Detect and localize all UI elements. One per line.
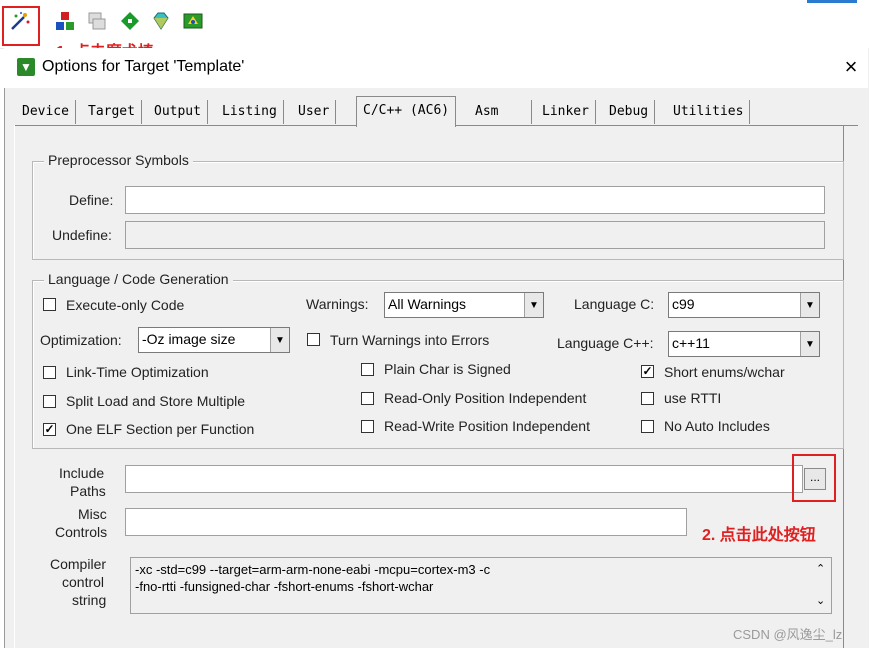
rwpi-label: Read-Write Position Independent xyxy=(384,418,590,434)
tab-asm[interactable]: Asm xyxy=(469,100,532,124)
selection-indicator xyxy=(807,0,857,3)
ropi-checkbox[interactable] xyxy=(361,392,374,405)
chevron-down-icon: ▼ xyxy=(800,293,819,317)
compiler-label-3: string xyxy=(72,592,107,608)
compiler-line-1: -xc -std=c99 --target=arm-arm-none-eabi … xyxy=(135,562,491,577)
tab-utilities[interactable]: Utilities xyxy=(667,100,751,124)
pack-installer-icon[interactable] xyxy=(117,8,143,34)
turn-warnings-label: Turn Warnings into Errors xyxy=(330,332,490,348)
short-enums-label: Short enums/wchar xyxy=(664,364,785,380)
compiler-control-string: -xc -std=c99 --target=arm-arm-none-eabi … xyxy=(130,557,832,614)
warnings-select[interactable]: All Warnings ▼ xyxy=(384,292,544,318)
highlight-box-wand xyxy=(2,6,40,46)
plain-char-label: Plain Char is Signed xyxy=(384,361,511,377)
undefine-input[interactable] xyxy=(125,221,825,249)
language-cpp-label: Language C++: xyxy=(557,335,654,351)
language-cpp-value: c++11 xyxy=(672,335,710,351)
warnings-label: Warnings: xyxy=(306,296,369,312)
chevron-down-icon: ▼ xyxy=(270,328,289,352)
use-rtti-label: use RTTI xyxy=(664,390,722,406)
link-time-checkbox[interactable] xyxy=(43,366,56,379)
dialog-title: Options for Target 'Template' xyxy=(42,58,245,75)
tab-debug[interactable]: Debug xyxy=(603,100,656,124)
one-elf-label: One ELF Section per Function xyxy=(66,421,255,437)
build-icon[interactable] xyxy=(52,8,78,34)
tab-user[interactable]: User xyxy=(292,100,337,124)
plain-char-checkbox[interactable] xyxy=(361,363,374,376)
tab-output[interactable]: Output xyxy=(148,100,208,124)
include-label: Include xyxy=(59,465,105,481)
compiler-scrollbar[interactable]: ⌃ ⌄ xyxy=(812,558,831,613)
language-cpp-select[interactable]: c++11 ▼ xyxy=(668,331,820,357)
define-label: Define: xyxy=(69,192,114,208)
tab-c-cpp-ac6[interactable]: C/C++ (AC6) xyxy=(356,96,457,127)
optimization-select[interactable]: -Oz image size ▼ xyxy=(138,327,290,353)
one-elf-checkbox[interactable]: ✓ xyxy=(43,423,56,436)
compiler-label-2: control xyxy=(62,574,105,590)
manage-runtime-icon[interactable] xyxy=(180,8,206,34)
compiler-line-2: -fno-rtti -funsigned-char -fshort-enums … xyxy=(135,579,434,594)
misc-controls-input[interactable] xyxy=(125,508,687,536)
include-label-2: Paths xyxy=(70,483,106,499)
execute-only-checkbox[interactable] xyxy=(43,298,56,311)
compiler-label: Compiler xyxy=(50,556,107,572)
misc-label: Misc xyxy=(78,506,107,522)
ropi-label: Read-Only Position Independent xyxy=(384,390,587,406)
chevron-down-icon: ▼ xyxy=(800,332,819,356)
keil-app-icon: ▼ xyxy=(17,58,35,76)
use-rtti-checkbox[interactable] xyxy=(641,392,654,405)
undefine-label: Undefine: xyxy=(52,227,112,243)
optimization-label: Optimization: xyxy=(40,332,122,348)
language-c-label: Language C: xyxy=(574,296,655,312)
tab-listing[interactable]: Listing xyxy=(216,100,284,124)
no-auto-includes-checkbox[interactable] xyxy=(641,420,654,433)
preprocessor-legend: Preprocessor Symbols xyxy=(44,152,193,168)
chevron-up-icon[interactable]: ⌃ xyxy=(816,562,825,575)
watermark: CSDN @风逸尘_lz xyxy=(733,627,843,642)
close-button[interactable]: × xyxy=(838,54,864,80)
short-enums-checkbox[interactable]: ✓ xyxy=(641,365,654,378)
annotation-step-2: 2. 点击此处按钮 xyxy=(702,527,816,544)
tab-linker[interactable]: Linker xyxy=(536,100,596,124)
define-input[interactable] xyxy=(125,186,825,214)
gem-icon[interactable] xyxy=(148,8,174,34)
language-c-select[interactable]: c99 ▼ xyxy=(668,292,820,318)
language-legend: Language / Code Generation xyxy=(44,271,233,287)
language-c-value: c99 xyxy=(672,296,695,312)
split-load-checkbox[interactable] xyxy=(43,395,56,408)
tab-target[interactable]: Target xyxy=(82,100,142,124)
turn-warnings-checkbox[interactable] xyxy=(307,333,320,346)
link-time-label: Link-Time Optimization xyxy=(66,364,209,380)
misc-label-2: Controls xyxy=(55,524,108,540)
chevron-down-icon: ▼ xyxy=(524,293,543,317)
warnings-value: All Warnings xyxy=(388,296,467,312)
include-paths-input[interactable] xyxy=(125,465,803,493)
copy-icon[interactable] xyxy=(84,8,110,34)
tab-device[interactable]: Device xyxy=(16,100,76,124)
highlight-box-browse xyxy=(792,454,836,502)
execute-only-label: Execute-only Code xyxy=(66,297,185,313)
split-load-label: Split Load and Store Multiple xyxy=(66,393,245,409)
no-auto-includes-label: No Auto Includes xyxy=(664,418,770,434)
rwpi-checkbox[interactable] xyxy=(361,420,374,433)
chevron-down-icon[interactable]: ⌄ xyxy=(816,594,825,607)
optimization-value: -Oz image size xyxy=(142,331,236,347)
